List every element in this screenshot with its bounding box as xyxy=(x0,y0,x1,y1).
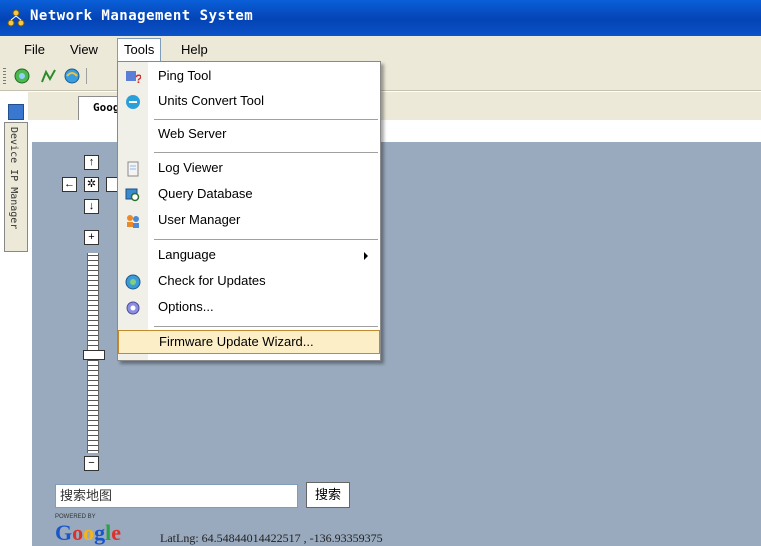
pan-center-button[interactable]: ✲ xyxy=(84,177,99,192)
database-search-icon xyxy=(125,188,140,202)
chart-icon[interactable] xyxy=(40,67,58,85)
menu-separator xyxy=(154,326,378,327)
zoom-slider-thumb[interactable] xyxy=(83,350,105,360)
update-icon xyxy=(125,274,141,290)
title-bar: Network Management System xyxy=(0,0,761,36)
menu-item-language[interactable]: Language xyxy=(118,244,380,268)
window-title: Network Management System xyxy=(30,8,254,24)
network-icon xyxy=(7,9,25,27)
map-search-button[interactable]: 搜索 xyxy=(306,482,350,508)
pan-down-button[interactable]: ↓ xyxy=(84,199,99,214)
menu-file[interactable]: File xyxy=(18,40,51,60)
pan-left-button[interactable]: ← xyxy=(62,177,77,192)
menu-separator xyxy=(154,119,378,120)
svg-text:?: ? xyxy=(135,72,141,85)
ping-icon: ? xyxy=(126,71,141,85)
menu-item-label: Options... xyxy=(158,299,214,314)
menu-item-user-manager[interactable]: User Manager xyxy=(118,209,380,233)
menu-item-units-convert-tool[interactable]: Units Convert Tool xyxy=(118,90,380,114)
menu-item-check-for-updates[interactable]: Check for Updates xyxy=(118,270,380,294)
menu-separator xyxy=(154,239,378,240)
menu-item-label: User Manager xyxy=(158,212,241,227)
browser-icon[interactable] xyxy=(63,67,81,85)
submenu-arrow-icon xyxy=(364,252,368,260)
convert-icon xyxy=(126,95,140,109)
menu-separator xyxy=(154,152,378,153)
sidebar-pin-icon[interactable] xyxy=(8,104,24,120)
menu-item-label: Web Server xyxy=(158,126,227,141)
document-icon xyxy=(127,161,139,177)
menu-item-label: Firmware Update Wizard... xyxy=(159,334,314,349)
zoom-out-button[interactable]: − xyxy=(84,456,99,471)
menu-item-label: Log Viewer xyxy=(158,160,223,175)
zoom-in-button[interactable]: + xyxy=(84,230,99,245)
menu-item-label: Check for Updates xyxy=(158,273,266,288)
menu-view[interactable]: View xyxy=(64,40,104,60)
menu-tools[interactable]: Tools xyxy=(117,38,162,63)
menu-item-query-database[interactable]: Query Database xyxy=(118,183,380,207)
toolbar-grip-icon[interactable] xyxy=(3,68,6,84)
sidebar-tab-label: Device IP Manager xyxy=(8,127,19,230)
users-icon xyxy=(127,215,139,228)
menu-bar: File View Tools Help xyxy=(0,36,761,63)
toolbar-separator xyxy=(86,68,87,84)
gear-icon xyxy=(126,301,140,315)
menu-item-label: Ping Tool xyxy=(158,68,212,83)
menu-item-label: Language xyxy=(158,247,216,262)
latlng-readout: LatLng: 64.54844014422517 , -136.9335937… xyxy=(160,531,383,545)
menu-item-firmware-update-wizard[interactable]: Firmware Update Wizard... xyxy=(118,330,380,354)
sidebar-tab-device-ip-manager[interactable]: Device IP Manager xyxy=(4,122,28,252)
menu-item-label: Units Convert Tool xyxy=(158,93,264,108)
google-logo: Google xyxy=(55,520,122,545)
map-search-input[interactable]: 搜索地图 xyxy=(55,484,298,508)
menu-help[interactable]: Help xyxy=(175,40,214,60)
menu-item-log-viewer[interactable]: Log Viewer xyxy=(118,157,380,181)
menu-item-label: Query Database xyxy=(158,186,253,201)
tools-dropdown-menu: ? Ping Tool Units Convert Tool Web Serve… xyxy=(117,61,381,361)
pan-up-button[interactable]: ↑ xyxy=(84,155,99,170)
globe-icon[interactable] xyxy=(13,67,31,85)
menu-item-options[interactable]: Options... xyxy=(118,296,380,320)
menu-item-ping-tool[interactable]: ? Ping Tool xyxy=(118,65,380,89)
menu-item-web-server[interactable]: Web Server xyxy=(118,123,380,147)
